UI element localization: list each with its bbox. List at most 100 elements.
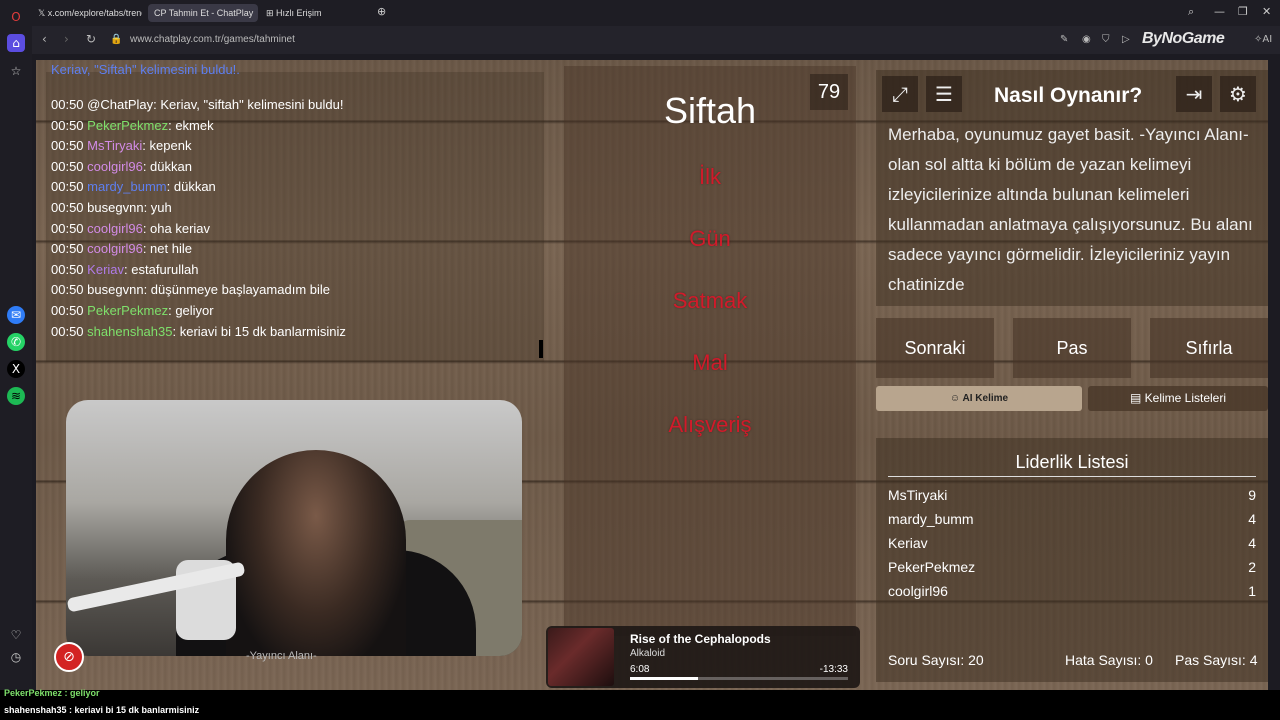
home-icon[interactable]: ⌂ <box>7 34 25 52</box>
tab-label: Hızlı Erişim <box>276 8 322 18</box>
chat-user[interactable]: Keriav <box>87 262 124 277</box>
reload-icon[interactable]: ↻ <box>86 32 96 46</box>
spotify-icon[interactable]: ≋ <box>7 387 25 405</box>
ai-word-button[interactable]: ☺ AI Kelime <box>876 386 1082 411</box>
track-title: Rise of the Cephalopods <box>630 632 771 646</box>
exit-icon[interactable]: ⇥ <box>1176 76 1212 112</box>
chat-text: : keriavi bi 15 dk banlarmisiniz <box>172 323 346 339</box>
browser-sidebar: O ⌂ ☆ ✉ ✆ X ≋ ♡ ◷ <box>0 0 32 690</box>
taboo-word: Satmak <box>672 288 748 313</box>
edit-icon[interactable]: ✎ <box>1060 34 1068 45</box>
chat-user[interactable]: coolgirl96 <box>87 241 143 256</box>
chat-user[interactable]: mardy_bumm <box>87 179 166 194</box>
ai-word-label: AI Kelime <box>962 393 1009 404</box>
chat-text: : Keriav, "siftah" kelimesini buldu! <box>153 97 344 112</box>
chat-message: 00:50 busegvnn: yuh <box>51 200 172 215</box>
new-tab-icon[interactable]: ⊕ <box>377 5 386 18</box>
chat-user[interactable]: coolgirl96 <box>87 159 143 174</box>
chat-scrollbar[interactable] <box>539 340 543 358</box>
taboo-word: Gün <box>689 226 731 251</box>
chatplay-tab-icon: CP <box>154 8 169 18</box>
forward-icon[interactable]: › <box>64 32 69 46</box>
reset-button[interactable]: Sıfırla <box>1150 318 1268 378</box>
maximize-icon[interactable]: ❐ <box>1238 5 1248 18</box>
messenger-icon[interactable]: ✉ <box>7 306 25 324</box>
chat-time: 00:50 <box>51 241 84 257</box>
leaderboard-row: mardy_bumm 4 <box>888 511 1256 527</box>
chat-time: 00:50 <box>51 282 84 298</box>
url-field[interactable]: www.chatplay.com.tr/games/tahminet <box>130 34 295 45</box>
track-progress-fill <box>630 677 698 680</box>
shield-icon[interactable]: ⛉ <box>1102 34 1110 45</box>
chat-user[interactable]: @ChatPlay <box>87 97 153 112</box>
chat-user[interactable]: coolgirl96 <box>87 221 143 236</box>
chat-message: 00:50 busegvnn: düşünmeye başlayamadım b… <box>51 282 330 297</box>
leaderboard-row: PekerPekmez 2 <box>888 559 1256 575</box>
overlay-chat-line: PekerPekmez : geliyor <box>4 688 100 698</box>
minimize-icon[interactable]: — <box>1214 5 1225 18</box>
whatsapp-icon[interactable]: ✆ <box>7 333 25 351</box>
x-tab-icon: 𝕏 <box>38 8 48 18</box>
tab-label: Tahmin Et - ChatPlay <box>168 8 254 18</box>
block-icon: ⊘ <box>63 649 75 665</box>
player-score: 1 <box>1248 583 1256 599</box>
game-area: Keriav, "Siftah" kelimesini buldu!. 00:5… <box>36 60 1268 690</box>
back-icon[interactable]: ‹ <box>42 32 47 46</box>
tab-label: x.com/explore/tabs/trend <box>47 8 142 18</box>
browser-window: O ⌂ ☆ ✉ ✆ X ≋ ♡ ◷ 𝕏 x.com/explore/tabs/t… <box>0 0 1280 720</box>
x-icon[interactable]: X <box>7 360 25 378</box>
streamer-head <box>226 450 406 656</box>
play-icon[interactable]: ▷ <box>1122 34 1130 45</box>
chat-user[interactable]: PekerPekmez <box>87 303 168 318</box>
chat-user[interactable]: shahenshah35 <box>87 324 172 339</box>
leaderboard-title: Liderlik Listesi <box>1015 452 1129 472</box>
album-art <box>548 628 614 686</box>
record-stop-button[interactable]: ⊘ <box>54 642 84 672</box>
ai-label: AI <box>1262 34 1273 45</box>
chat-text: : kepenk <box>142 138 192 154</box>
ai-button[interactable]: ✧AI <box>1254 34 1272 45</box>
player-score: 9 <box>1248 487 1256 503</box>
chat-time: 00:50 <box>51 179 84 195</box>
heart-icon[interactable]: ♡ <box>7 626 25 644</box>
search-icon[interactable]: ⌕ <box>1188 5 1194 19</box>
chat-time: 00:50 <box>51 220 84 236</box>
opera-logo-icon[interactable]: O <box>7 8 25 26</box>
leaderboard-row: Keriav 4 <box>888 535 1256 551</box>
pass-button[interactable]: Pas <box>1013 318 1131 378</box>
track-remaining: -13:33 <box>819 664 848 675</box>
camera-icon[interactable]: ◉ <box>1082 34 1091 45</box>
brand-logo: ByNoGame <box>1142 30 1225 47</box>
tab-quick-access[interactable]: ⊞ Hızlı Erişim <box>260 4 370 22</box>
close-icon[interactable]: ✕ <box>1262 5 1271 18</box>
leaderboard-row: coolgirl96 1 <box>888 583 1256 599</box>
next-button[interactable]: Sonraki <box>876 318 994 378</box>
how-to-play-title: Nasıl Oynanır? <box>994 84 1143 107</box>
chat-user[interactable]: MsTiryaki <box>87 138 142 153</box>
track-progress[interactable] <box>630 677 848 680</box>
player-name: coolgirl96 <box>888 583 948 599</box>
tab-bar: 𝕏 x.com/explore/tabs/trend CP Tahmin Et … <box>32 0 1280 26</box>
tab-chatplay[interactable]: CP Tahmin Et - ChatPlay <box>148 4 258 22</box>
chat-message: 00:50 coolgirl96: dükkan <box>51 159 192 174</box>
history-icon[interactable]: ◷ <box>7 648 25 666</box>
chat-text: : estafurullah <box>124 261 199 277</box>
settings-gear-icon[interactable]: ⚙ <box>1220 76 1256 112</box>
chat-user[interactable]: busegvnn <box>87 282 143 297</box>
chat-user[interactable]: busegvnn <box>87 200 143 215</box>
chat-user[interactable]: PekerPekmez <box>87 118 168 133</box>
stream-chat-overlay: PekerPekmez : geliyor shahenshah35 : ker… <box>0 688 1280 720</box>
notes-icon[interactable]: ☰ <box>926 76 962 112</box>
track-artist: Alkaloid <box>630 648 666 659</box>
chat-text: : oha keriav <box>142 220 211 236</box>
bookmark-icon[interactable]: ☆ <box>7 62 25 80</box>
leaderboard-row: MsTiryaki 9 <box>888 487 1256 503</box>
lock-icon: 🔒 <box>110 34 123 45</box>
chat-message: 00:50 PekerPekmez: geliyor <box>51 303 214 318</box>
address-bar-row: ‹ › ↻ 🔒 www.chatplay.com.tr/games/tahmin… <box>32 26 1280 54</box>
word-lists-button[interactable]: ▤ Kelime Listeleri <box>1088 386 1268 411</box>
fullscreen-icon[interactable]: ⤢ <box>882 76 918 112</box>
clipboard-icon: ▤ <box>1129 391 1145 405</box>
taboo-word: Mal <box>692 350 728 375</box>
tab-x[interactable]: 𝕏 x.com/explore/tabs/trend <box>32 4 142 22</box>
